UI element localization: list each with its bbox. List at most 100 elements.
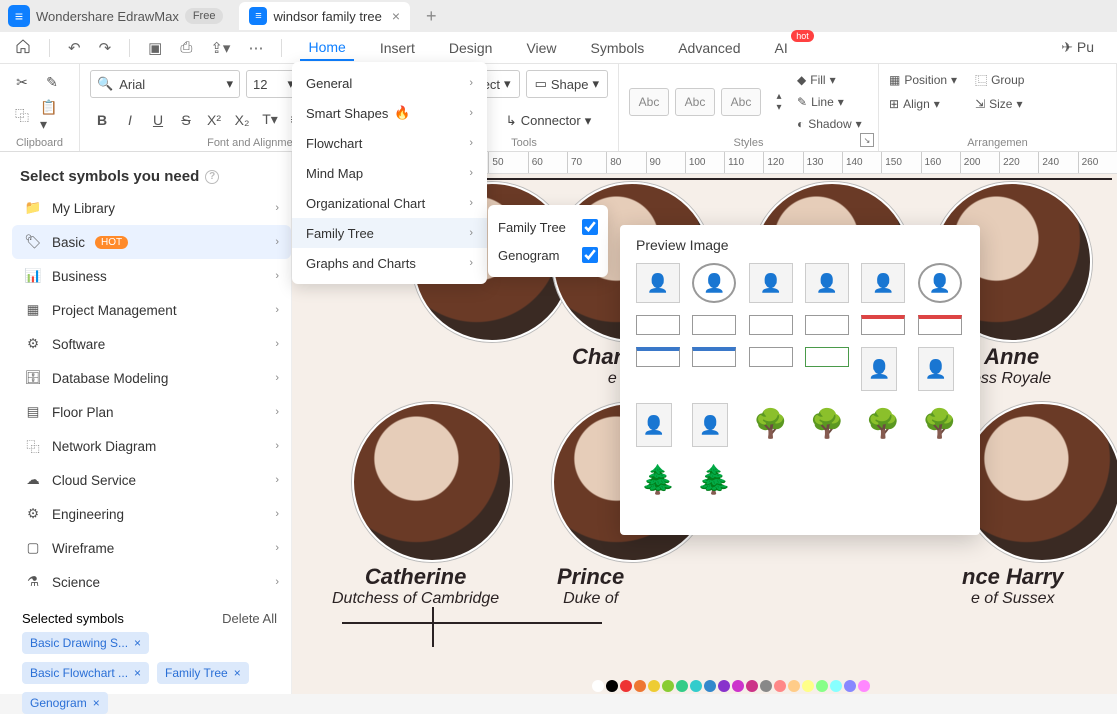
- menu-view[interactable]: View: [518, 36, 564, 60]
- home-icon[interactable]: [15, 38, 31, 58]
- delete-all-button[interactable]: Delete All: [222, 611, 277, 626]
- sidebar-item-software[interactable]: ⚙Software›: [12, 327, 291, 361]
- portrait-harry[interactable]: [962, 402, 1117, 562]
- format-painter-icon[interactable]: ✎: [40, 70, 64, 94]
- color-swatch[interactable]: [676, 680, 688, 692]
- symbol-card-blue[interactable]: [636, 347, 680, 367]
- color-swatch[interactable]: [690, 680, 702, 692]
- color-swatch[interactable]: [718, 680, 730, 692]
- symbol-card[interactable]: [749, 315, 793, 335]
- save-icon[interactable]: ▣: [148, 39, 162, 57]
- symbol-person-dark[interactable]: 👤: [805, 263, 849, 303]
- color-swatch[interactable]: [844, 680, 856, 692]
- symbol-photo-card[interactable]: 👤: [636, 403, 672, 447]
- line-button[interactable]: ✎ Line ▾: [797, 92, 862, 112]
- bold-button[interactable]: B: [90, 108, 114, 132]
- sidebar-item-science[interactable]: ⚗Science›: [12, 565, 291, 599]
- sidebar-item-project-management[interactable]: ▦Project Management›: [12, 293, 291, 327]
- symbol-card-green[interactable]: [805, 347, 849, 367]
- align-button[interactable]: ⊞ Align▾: [889, 94, 957, 114]
- flyout-item-general[interactable]: General›: [292, 68, 487, 98]
- export-icon[interactable]: ⇪▾: [210, 39, 230, 57]
- chip-remove-icon[interactable]: ×: [93, 696, 100, 710]
- symbol-card[interactable]: [636, 315, 680, 335]
- color-swatch[interactable]: [662, 680, 674, 692]
- symbol-person-circ2[interactable]: 👤: [918, 263, 962, 303]
- color-swatch[interactable]: [802, 680, 814, 692]
- portrait-catherine[interactable]: [352, 402, 512, 562]
- selected-chip[interactable]: Family Tree×: [157, 662, 249, 684]
- menu-ai[interactable]: AIhot: [767, 36, 796, 60]
- flyout-item-flowchart[interactable]: Flowchart›: [292, 128, 487, 158]
- color-swatch[interactable]: [648, 680, 660, 692]
- symbol-pine-icon[interactable]: 🌲: [692, 459, 736, 499]
- flyout-item-graphs-and-charts[interactable]: Graphs and Charts›: [292, 248, 487, 278]
- symbol-person-frame[interactable]: 👤: [636, 263, 680, 303]
- strike-button[interactable]: S: [174, 108, 198, 132]
- option-genogram[interactable]: Genogram: [498, 241, 598, 269]
- sidebar-item-wireframe[interactable]: ▢Wireframe›: [12, 531, 291, 565]
- sidebar-item-engineering[interactable]: ⚙Engineering›: [12, 497, 291, 531]
- menu-symbols[interactable]: Symbols: [583, 36, 653, 60]
- superscript-button[interactable]: X²: [202, 108, 226, 132]
- symbol-bare-tree-icon[interactable]: 🌲: [636, 459, 680, 499]
- flyout-item-organizational-chart[interactable]: Organizational Chart›: [292, 188, 487, 218]
- undo-icon[interactable]: ↶: [68, 39, 81, 57]
- style-preset[interactable]: Abc: [675, 88, 715, 116]
- color-palette[interactable]: [592, 680, 870, 694]
- redo-icon[interactable]: ↷: [99, 39, 112, 57]
- color-swatch[interactable]: [634, 680, 646, 692]
- color-swatch[interactable]: [746, 680, 758, 692]
- symbol-photo-card[interactable]: 👤: [692, 403, 728, 447]
- chip-remove-icon[interactable]: ×: [234, 666, 241, 680]
- flyout-item-smart-shapes[interactable]: Smart Shapes🔥›: [292, 98, 487, 128]
- tab-close-icon[interactable]: ×: [392, 8, 400, 24]
- symbol-card-plain[interactable]: [749, 347, 793, 367]
- style-preset[interactable]: Abc: [629, 88, 669, 116]
- color-swatch[interactable]: [858, 680, 870, 692]
- color-swatch[interactable]: [788, 680, 800, 692]
- menu-design[interactable]: Design: [441, 36, 501, 60]
- tab-add-icon[interactable]: +: [426, 6, 437, 27]
- chip-remove-icon[interactable]: ×: [134, 666, 141, 680]
- option-family-tree[interactable]: Family Tree: [498, 213, 598, 241]
- publish-button[interactable]: ✈ Pu: [1053, 35, 1102, 60]
- style-preset[interactable]: Abc: [721, 88, 761, 116]
- document-tab[interactable]: ≡ windsor family tree ×: [239, 2, 410, 30]
- color-swatch[interactable]: [760, 680, 772, 692]
- text-tool-button[interactable]: T▾: [258, 108, 282, 132]
- color-swatch[interactable]: [732, 680, 744, 692]
- connector-tool[interactable]: ↳ Connector ▾: [498, 107, 599, 135]
- more-icon[interactable]: ⋯: [248, 39, 263, 57]
- print-icon[interactable]: ⎙: [180, 39, 192, 56]
- group-button[interactable]: ⿺ Group: [975, 70, 1024, 90]
- subscript-button[interactable]: X₂: [230, 108, 254, 132]
- shadow-button[interactable]: ◐ Shadow ▾: [797, 114, 862, 134]
- symbol-tall-card[interactable]: 👤: [861, 347, 897, 391]
- checkbox-genogram[interactable]: [582, 247, 598, 263]
- checkbox-family-tree[interactable]: [582, 219, 598, 235]
- selected-chip[interactable]: Basic Drawing S...×: [22, 632, 149, 654]
- chip-remove-icon[interactable]: ×: [134, 636, 141, 650]
- sidebar-item-database-modeling[interactable]: 🗄Database Modeling›: [12, 361, 291, 395]
- selected-chip[interactable]: Basic Flowchart ...×: [22, 662, 149, 684]
- flyout-item-mind-map[interactable]: Mind Map›: [292, 158, 487, 188]
- copy-icon[interactable]: ⿻: [10, 104, 34, 128]
- symbol-tree-icon[interactable]: 🌳: [805, 403, 849, 443]
- sidebar-item-business[interactable]: 📊Business›: [12, 259, 291, 293]
- sidebar-item-my-library[interactable]: 📁My Library›: [12, 191, 291, 225]
- help-icon[interactable]: ?: [205, 170, 219, 184]
- sidebar-item-network-diagram[interactable]: ⿻Network Diagram›: [12, 429, 291, 463]
- symbol-tree-icon[interactable]: 🌳: [749, 403, 793, 443]
- font-family-select[interactable]: 🔍Arial▾: [90, 70, 240, 98]
- symbol-card-red[interactable]: [918, 315, 962, 335]
- position-button[interactable]: ▦ Position▾: [889, 70, 957, 90]
- menu-advanced[interactable]: Advanced: [670, 36, 748, 60]
- fill-button[interactable]: ◆ Fill ▾: [797, 70, 862, 90]
- size-button[interactable]: ⇲ Size▾: [975, 94, 1024, 114]
- color-swatch[interactable]: [816, 680, 828, 692]
- menu-home[interactable]: Home: [300, 35, 353, 61]
- sidebar-item-basic[interactable]: 🏷BasicHOT›: [12, 225, 291, 259]
- color-swatch[interactable]: [830, 680, 842, 692]
- sidebar-item-cloud-service[interactable]: ☁Cloud Service›: [12, 463, 291, 497]
